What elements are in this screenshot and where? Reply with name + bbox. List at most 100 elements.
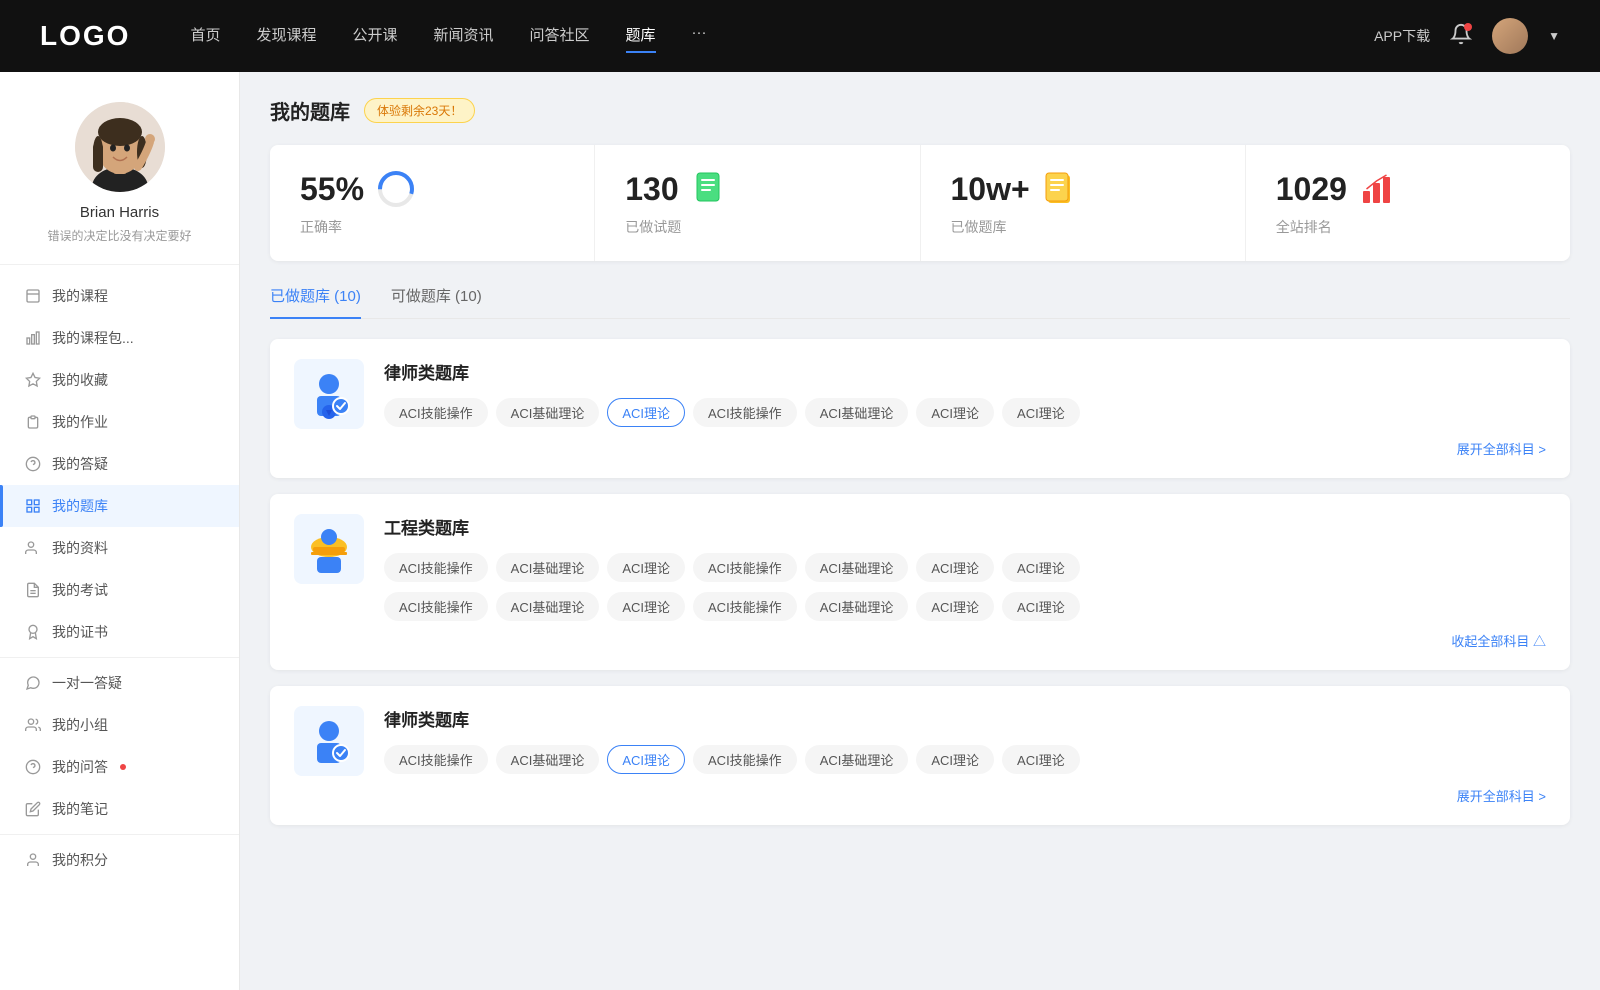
stat-card-done-banks: 10w+ 已做题库 <box>921 145 1246 261</box>
file-text-icon <box>24 581 42 599</box>
tag-1-3[interactable]: ACI技能操作 <box>693 398 797 427</box>
bank-footer-2: 收起全部科目 △ <box>294 631 1546 650</box>
sidebar-item-my-courses[interactable]: 我的课程 <box>0 275 239 317</box>
tag-1-0[interactable]: ACI技能操作 <box>384 398 488 427</box>
sidebar-item-notes[interactable]: 我的笔记 <box>0 788 239 830</box>
tag-3-5[interactable]: ACI理论 <box>916 745 994 774</box>
tag-1-4[interactable]: ACI基础理论 <box>805 398 909 427</box>
nav-link-more[interactable]: ··· <box>692 24 707 49</box>
qa-dot <box>120 764 126 770</box>
stat-label-banks: 已做题库 <box>951 217 1215 237</box>
sidebar-profile: Brian Harris 错误的决定比没有决定要好 <box>0 72 239 265</box>
nav-link-discover[interactable]: 发现课程 <box>256 24 316 49</box>
expand-link-1[interactable]: 展开全部科目 > <box>1457 439 1546 458</box>
sidebar-item-profile[interactable]: 我的资料 <box>0 527 239 569</box>
avatar-image <box>1492 18 1528 54</box>
tag-2-r1-1[interactable]: ACI基础理论 <box>496 553 600 582</box>
nav-link-home[interactable]: 首页 <box>190 24 220 49</box>
avatar-chevron-icon[interactable]: ▼ <box>1548 29 1560 43</box>
edit-icon <box>24 800 42 818</box>
doc-green-icon <box>691 169 731 209</box>
menu-divider-1 <box>0 657 239 658</box>
profile-motto: 错误的决定比没有决定要好 <box>47 227 191 244</box>
nav-link-qa[interactable]: 问答社区 <box>530 24 590 49</box>
main-content: 我的题库 体验剩余23天！ 55% 正确率 <box>240 72 1600 990</box>
bank-card-header-2: 工程类题库 ACI技能操作 ACI基础理论 ACI理论 ACI技能操作 ACI基… <box>294 514 1546 584</box>
avatar[interactable] <box>1492 18 1528 54</box>
tag-2-r1-6[interactable]: ACI理论 <box>1002 553 1080 582</box>
tag-3-4[interactable]: ACI基础理论 <box>805 745 909 774</box>
bar-red-icon <box>1359 169 1399 209</box>
tab-available-banks[interactable]: 可做题库 (10) <box>391 285 482 318</box>
clipboard-icon <box>24 413 42 431</box>
sidebar-item-points[interactable]: 我的积分 <box>0 839 239 881</box>
tag-2-r2-6[interactable]: ACI理论 <box>1002 592 1080 621</box>
nav-link-question[interactable]: 题库 <box>626 24 656 49</box>
bank-name-1: 律师类题库 <box>384 359 1546 384</box>
file-icon <box>24 287 42 305</box>
collapse-link-2[interactable]: 收起全部科目 △ <box>1451 631 1546 650</box>
engineer-icon <box>294 514 364 584</box>
layout: Brian Harris 错误的决定比没有决定要好 我的课程 我的课程包... <box>0 72 1600 990</box>
tag-1-2[interactable]: ACI理论 <box>607 398 685 427</box>
tag-2-r2-2[interactable]: ACI理论 <box>607 592 685 621</box>
sidebar-item-exams[interactable]: 我的考试 <box>0 569 239 611</box>
stat-top-ranking: 1029 <box>1276 169 1540 209</box>
tab-done-banks[interactable]: 已做题库 (10) <box>270 285 361 318</box>
tag-3-6[interactable]: ACI理论 <box>1002 745 1080 774</box>
tag-1-6[interactable]: ACI理论 <box>1002 398 1080 427</box>
lawyer-icon-1 <box>294 359 364 429</box>
nav-link-open[interactable]: 公开课 <box>352 24 397 49</box>
app-download-button[interactable]: APP下载 <box>1374 26 1430 46</box>
sidebar-item-groups[interactable]: 我的小组 <box>0 704 239 746</box>
stat-card-accuracy: 55% 正确率 <box>270 145 595 261</box>
tag-1-1[interactable]: ACI基础理论 <box>496 398 600 427</box>
bank-card-lawyer-3: 律师类题库 ACI技能操作 ACI基础理论 ACI理论 ACI技能操作 ACI基… <box>270 686 1570 825</box>
tag-2-r1-2[interactable]: ACI理论 <box>607 553 685 582</box>
tag-2-r2-1[interactable]: ACI基础理论 <box>496 592 600 621</box>
tabs: 已做题库 (10) 可做题库 (10) <box>270 285 1570 319</box>
bank-info-2: 工程类题库 ACI技能操作 ACI基础理论 ACI理论 ACI技能操作 ACI基… <box>384 514 1546 582</box>
sidebar-item-favorites[interactable]: 我的收藏 <box>0 359 239 401</box>
lawyer-icon-3 <box>294 706 364 776</box>
tag-2-r1-4[interactable]: ACI基础理论 <box>805 553 909 582</box>
nav-link-news[interactable]: 新闻资讯 <box>434 24 494 49</box>
bank-tags-1: ACI技能操作 ACI基础理论 ACI理论 ACI技能操作 ACI基础理论 AC… <box>384 398 1546 427</box>
star-icon <box>24 371 42 389</box>
bank-name-2: 工程类题库 <box>384 514 1546 539</box>
sidebar-item-homework[interactable]: 我的作业 <box>0 401 239 443</box>
stat-top-accuracy: 55% <box>300 169 564 209</box>
pie-chart-icon <box>376 169 416 209</box>
tag-3-0[interactable]: ACI技能操作 <box>384 745 488 774</box>
stat-top-banks: 10w+ <box>951 169 1215 209</box>
tag-2-r2-4[interactable]: ACI基础理论 <box>805 592 909 621</box>
tag-2-r1-5[interactable]: ACI理论 <box>916 553 994 582</box>
sidebar-item-questions[interactable]: 我的答疑 <box>0 443 239 485</box>
tag-2-r2-5[interactable]: ACI理论 <box>916 592 994 621</box>
grid-icon <box>24 497 42 515</box>
tag-2-r1-0[interactable]: ACI技能操作 <box>384 553 488 582</box>
sidebar-item-one-on-one[interactable]: 一对一答疑 <box>0 662 239 704</box>
tag-2-r2-0[interactable]: ACI技能操作 <box>384 592 488 621</box>
users-icon <box>24 539 42 557</box>
stat-top-done: 130 <box>625 169 889 209</box>
tag-3-3[interactable]: ACI技能操作 <box>693 745 797 774</box>
person-icon <box>24 851 42 869</box>
profile-avatar-svg <box>75 102 165 192</box>
sidebar-item-certificates[interactable]: 我的证书 <box>0 611 239 653</box>
tag-2-r2-3[interactable]: ACI技能操作 <box>693 592 797 621</box>
tag-1-5[interactable]: ACI理论 <box>916 398 994 427</box>
sidebar-item-question-bank[interactable]: 我的题库 <box>0 485 239 527</box>
expand-link-3[interactable]: 展开全部科目 > <box>1457 786 1546 805</box>
notification-bell[interactable] <box>1450 23 1472 50</box>
stat-value-accuracy: 55% <box>300 171 364 208</box>
trial-badge: 体验剩余23天！ <box>364 98 475 123</box>
tag-2-r1-3[interactable]: ACI技能操作 <box>693 553 797 582</box>
nav-right: APP下载 ▼ <box>1374 18 1560 54</box>
bank-footer-1: 展开全部科目 > <box>294 439 1546 458</box>
sidebar-item-course-packages[interactable]: 我的课程包... <box>0 317 239 359</box>
tag-3-2[interactable]: ACI理论 <box>607 745 685 774</box>
tag-3-1[interactable]: ACI基础理论 <box>496 745 600 774</box>
sidebar: Brian Harris 错误的决定比没有决定要好 我的课程 我的课程包... <box>0 72 240 990</box>
sidebar-item-my-qa[interactable]: 我的问答 <box>0 746 239 788</box>
